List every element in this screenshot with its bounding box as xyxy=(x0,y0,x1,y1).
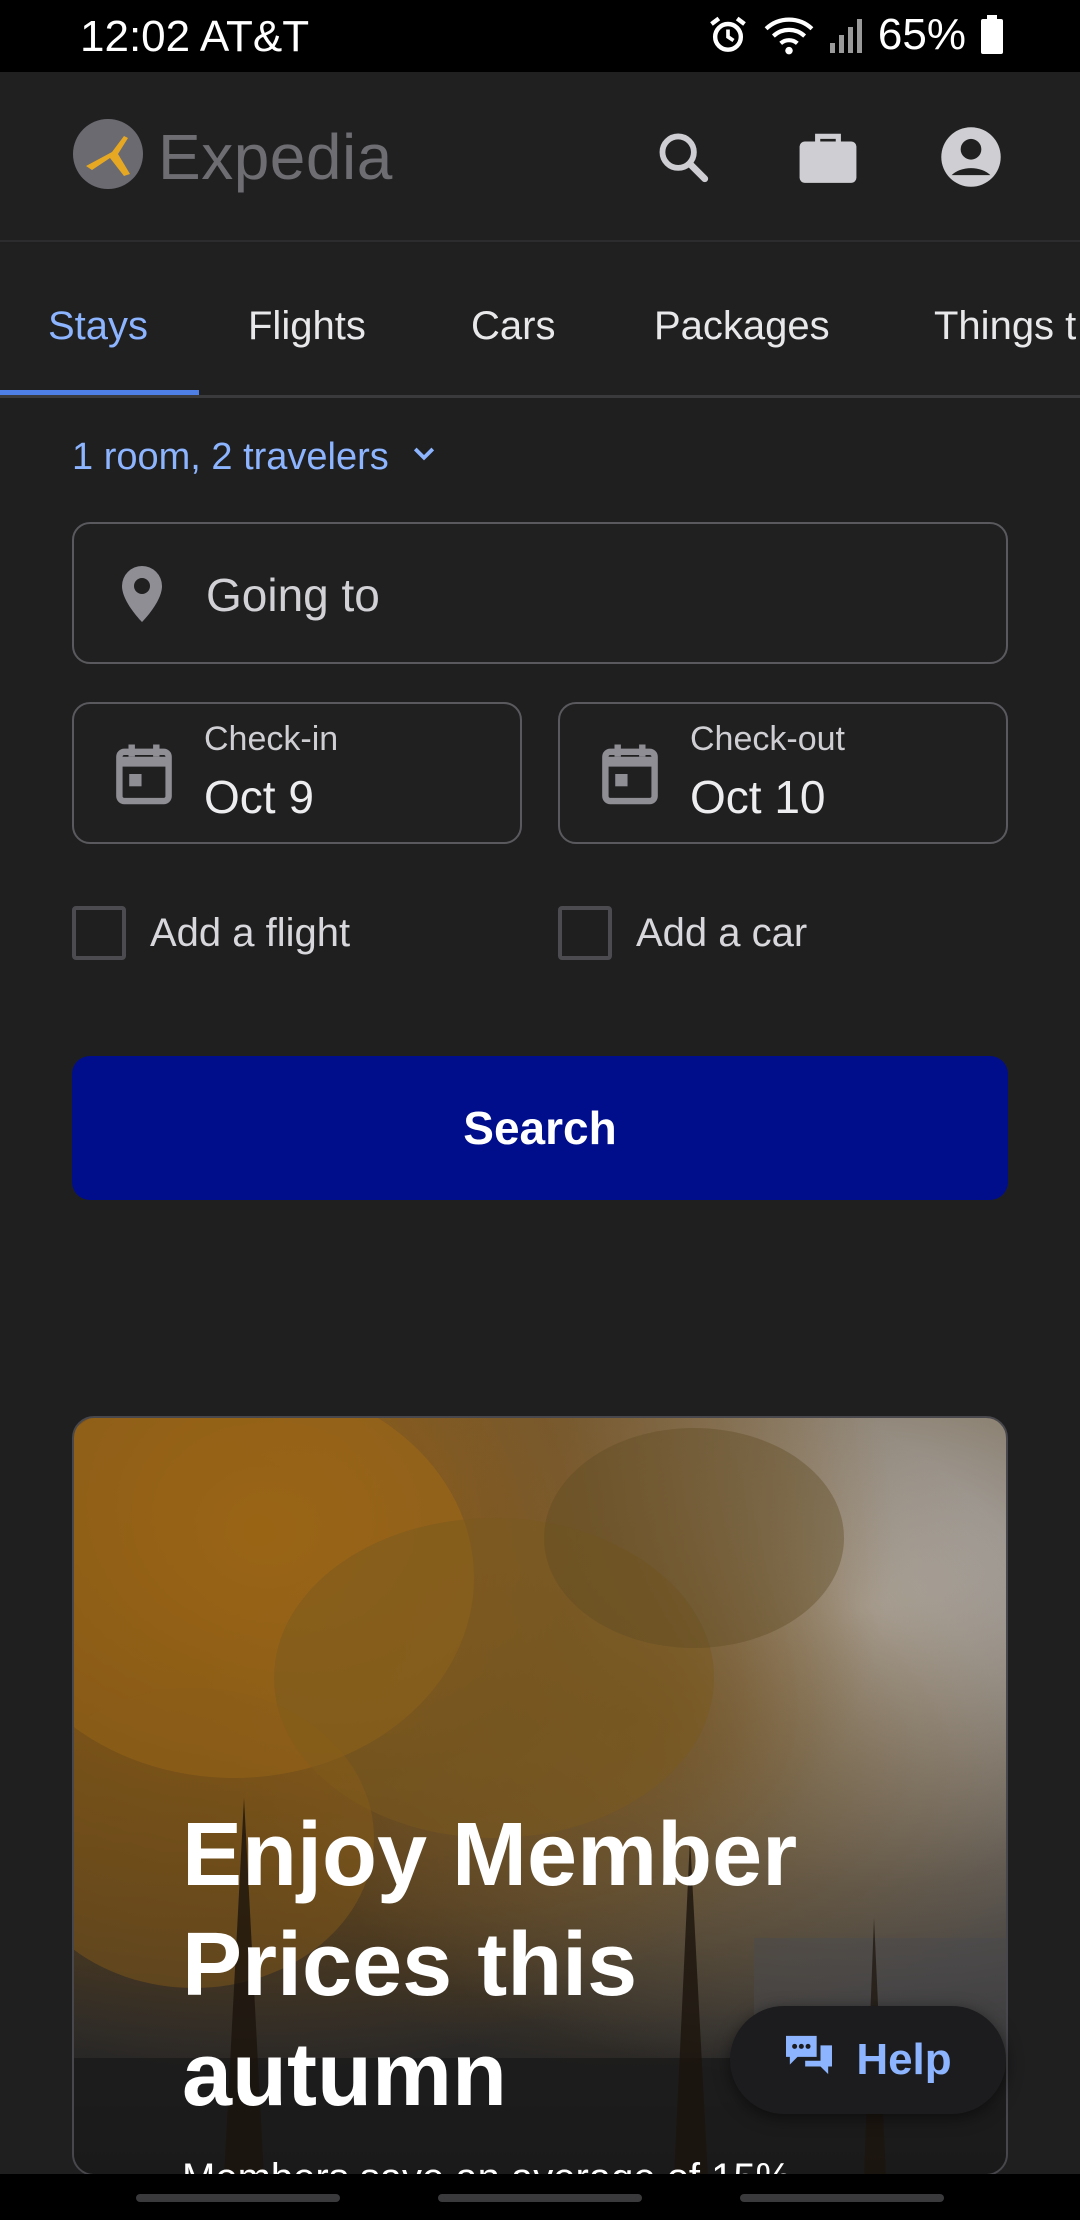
check-in-field[interactable]: Check-in Oct 9 xyxy=(72,702,522,844)
add-flight-label: Add a flight xyxy=(150,910,351,955)
tab-stays[interactable]: Stays xyxy=(48,304,148,349)
brand-name: Expedia xyxy=(158,120,393,193)
briefcase-icon[interactable] xyxy=(795,124,861,190)
battery-icon xyxy=(980,15,1004,55)
tab-packages[interactable]: Packages xyxy=(654,304,830,349)
product-tabs: Stays Flights Cars Packages Things t xyxy=(0,244,1080,398)
tab-things-to-do[interactable]: Things t xyxy=(934,304,1076,349)
nav-recent-button[interactable] xyxy=(136,2194,340,2202)
help-label: Help xyxy=(856,2035,952,2084)
add-car-label: Add a car xyxy=(636,910,808,955)
status-time: 12:02 AT&T xyxy=(80,12,310,61)
search-icon[interactable] xyxy=(650,124,716,190)
expedia-logo[interactable]: Expedia xyxy=(72,118,393,195)
calendar-icon xyxy=(114,742,174,811)
add-flight-checkbox[interactable] xyxy=(72,906,126,960)
signal-icon xyxy=(828,15,864,55)
add-car-option[interactable]: Add a car xyxy=(558,906,807,960)
check-out-field[interactable]: Check-out Oct 10 xyxy=(558,702,1008,844)
nav-back-button[interactable] xyxy=(740,2194,944,2202)
search-button[interactable]: Search xyxy=(72,1056,1008,1200)
travelers-selector[interactable]: 1 room, 2 travelers xyxy=(72,436,439,479)
account-icon[interactable] xyxy=(938,124,1004,190)
check-out-value: Oct 10 xyxy=(690,771,826,823)
alarm-icon xyxy=(706,13,750,57)
status-bar: 12:02 AT&T 65% xyxy=(0,0,1080,72)
check-in-value: Oct 9 xyxy=(204,771,314,823)
check-out-label: Check-out xyxy=(690,720,845,758)
help-button[interactable]: Help xyxy=(730,2006,1006,2114)
wifi-icon xyxy=(764,13,814,57)
tab-cars[interactable]: Cars xyxy=(471,304,555,349)
battery-percent: 65% xyxy=(877,10,966,59)
destination-placeholder: Going to xyxy=(206,569,380,621)
active-tab-indicator xyxy=(0,390,199,395)
check-in-label: Check-in xyxy=(204,720,339,758)
nav-home-button[interactable] xyxy=(438,2194,642,2202)
destination-field[interactable]: Going to xyxy=(72,522,1008,664)
plane-logo-icon xyxy=(72,118,144,195)
chevron-down-icon xyxy=(409,436,439,479)
app-header: Expedia xyxy=(0,72,1080,242)
chat-bubbles-icon xyxy=(784,2032,834,2089)
location-pin-icon xyxy=(118,564,166,629)
status-icons: 65% xyxy=(706,10,1004,60)
add-flight-option[interactable]: Add a flight xyxy=(72,906,350,960)
calendar-icon xyxy=(600,742,660,811)
add-car-checkbox[interactable] xyxy=(558,906,612,960)
system-nav-bar xyxy=(0,2174,1080,2220)
promo-title: Enjoy Member Prices this autumn xyxy=(182,1805,798,2125)
promo-subtitle: Members save an average of 15% xyxy=(182,2156,791,2174)
travelers-label: 1 room, 2 travelers xyxy=(72,436,389,478)
tab-flights[interactable]: Flights xyxy=(248,304,366,349)
